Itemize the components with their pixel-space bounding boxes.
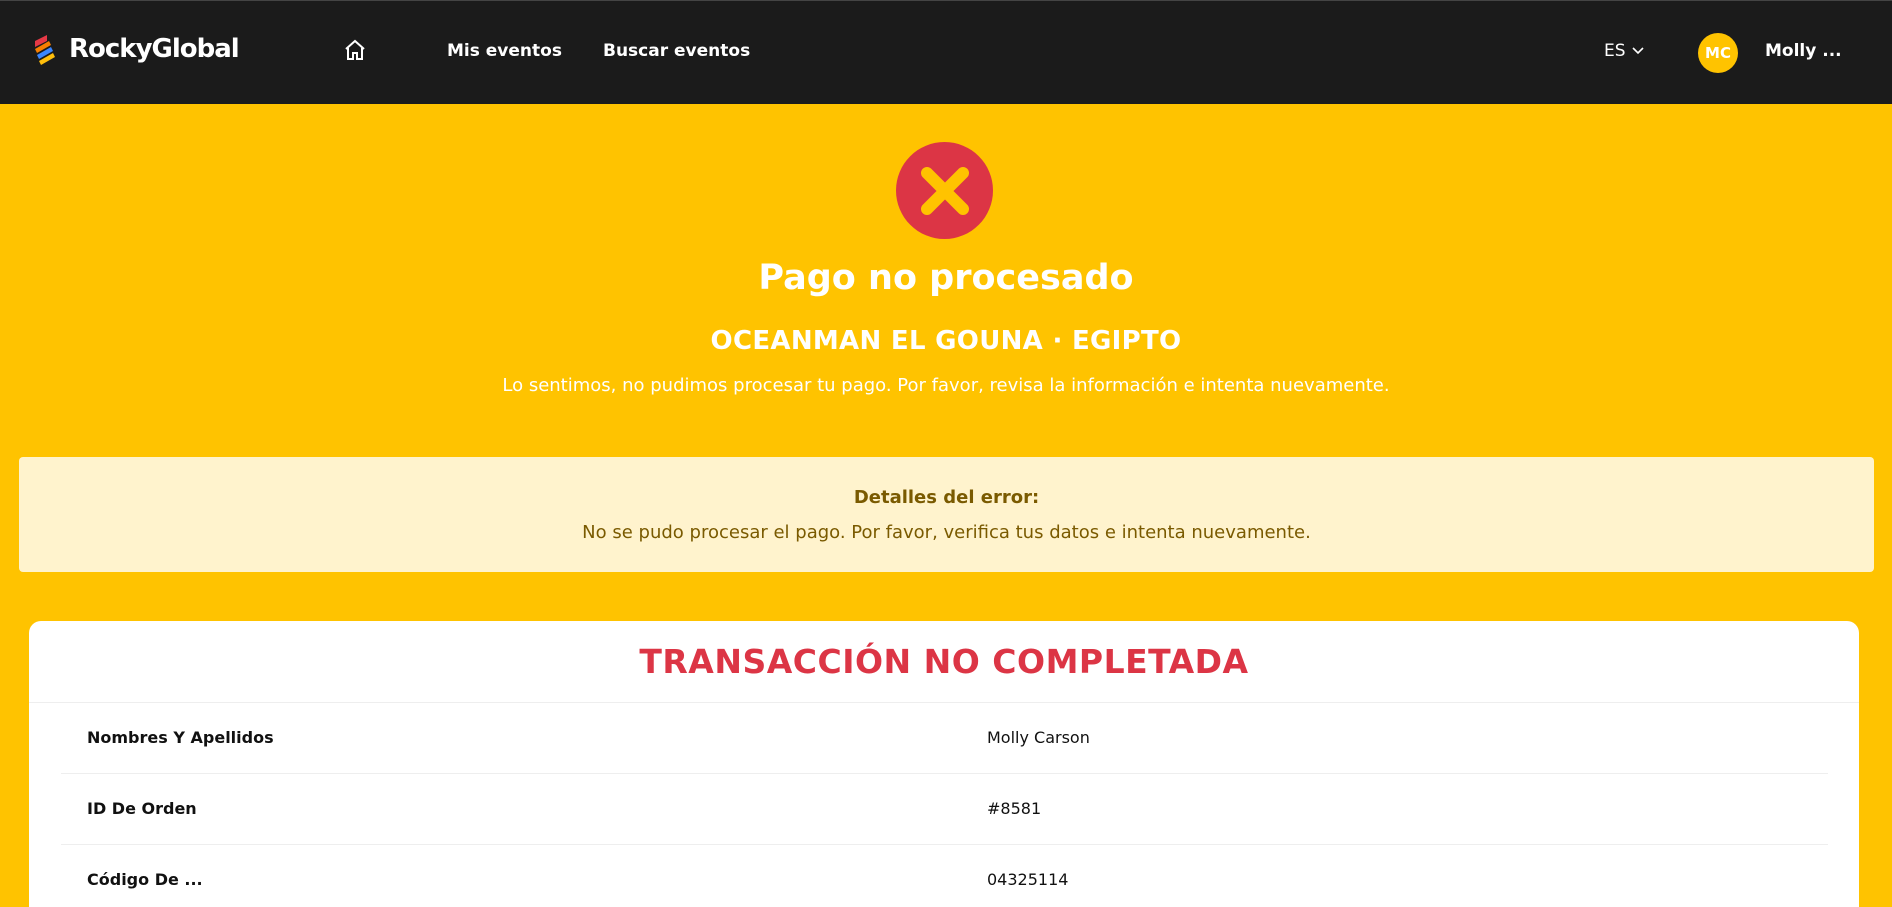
- detail-value: #8581: [987, 799, 1042, 818]
- detail-value: Molly Carson: [987, 728, 1090, 747]
- brand-logo-icon: [35, 35, 55, 65]
- user-avatar[interactable]: MC: [1698, 33, 1738, 73]
- language-selector[interactable]: ES: [1604, 41, 1644, 61]
- detail-key: ID De Orden: [87, 799, 197, 818]
- transaction-card: TRANSACCIÓN NO COMPLETADA Nombres Y Apel…: [29, 621, 1859, 907]
- transaction-card-header: TRANSACCIÓN NO COMPLETADA: [29, 621, 1859, 703]
- home-icon[interactable]: [343, 38, 367, 62]
- nav-mis-eventos[interactable]: Mis eventos: [447, 41, 562, 61]
- brand-logo[interactable]: RockyGlobal: [33, 31, 240, 67]
- error-details-text: No se pudo procesar el pago. Por favor, …: [582, 522, 1311, 543]
- chevron-down-icon: [1631, 47, 1644, 55]
- detail-row: Nombres Y Apellidos Molly Carson: [61, 703, 1828, 774]
- nav-buscar-eventos[interactable]: Buscar eventos: [603, 41, 750, 61]
- event-name: OCEANMAN EL GOUNA · EGIPTO: [710, 326, 1182, 356]
- detail-row: ID De Orden #8581: [61, 774, 1828, 845]
- brand-name: RockyGlobal: [69, 34, 240, 64]
- user-name[interactable]: Molly ...: [1765, 41, 1842, 61]
- transaction-title: TRANSACCIÓN NO COMPLETADA: [639, 642, 1249, 681]
- error-details-box: Detalles del error: No se pudo procesar …: [19, 457, 1874, 572]
- page-title: Pago no procesado: [758, 258, 1134, 298]
- top-navbar: RockyGlobal Mis eventos Buscar eventos E…: [0, 0, 1892, 104]
- error-details-label: Detalles del error:: [853, 487, 1040, 508]
- language-code: ES: [1604, 41, 1626, 61]
- error-x-icon: [896, 142, 993, 239]
- status-message: Lo sentimos, no pudimos procesar tu pago…: [502, 375, 1390, 396]
- detail-key: Nombres Y Apellidos: [87, 728, 274, 747]
- detail-value: 04325114: [987, 870, 1069, 889]
- detail-key: Código De ...: [87, 870, 203, 889]
- detail-row: Código De ... 04325114: [61, 845, 1828, 907]
- transaction-details: Nombres Y Apellidos Molly Carson ID De O…: [61, 703, 1828, 907]
